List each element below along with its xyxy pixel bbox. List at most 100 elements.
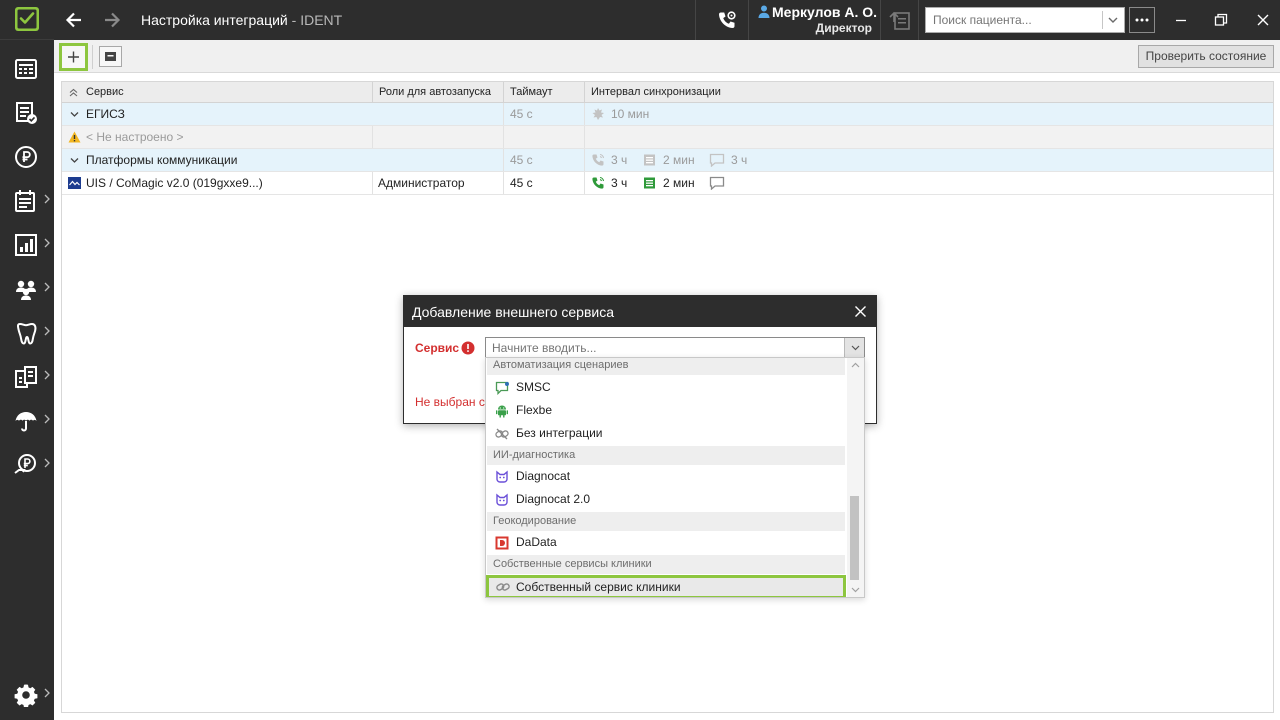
chevron-right-icon xyxy=(44,194,50,204)
sidebar xyxy=(0,0,54,720)
close-icon[interactable] xyxy=(854,305,867,318)
timeout-value: 45 с xyxy=(504,103,585,125)
more-button[interactable] xyxy=(1129,7,1155,33)
dropdown-item-diagnocat-2[interactable]: Diagnocat 2.0 xyxy=(487,488,845,511)
sidebar-item-warehouse[interactable] xyxy=(0,356,54,396)
dialog-title: Добавление внешнего сервиса xyxy=(412,304,615,320)
restore-icon[interactable] xyxy=(1214,13,1228,27)
android-icon xyxy=(496,405,508,418)
dropdown-scrollbar[interactable] xyxy=(847,358,864,597)
group-row-communication-platforms[interactable]: Платформы коммуникации 45 с 3 ч 2 мин 3 … xyxy=(62,149,1273,172)
dropdown-group-header: Геокодирование xyxy=(487,512,845,531)
chat-bubble-icon xyxy=(709,153,725,167)
people-group-icon xyxy=(16,280,36,300)
archive-button[interactable] xyxy=(99,46,122,67)
service-input[interactable] xyxy=(486,338,842,357)
plus-icon xyxy=(68,51,79,63)
sidebar-item-payroll[interactable] xyxy=(0,444,54,484)
sidebar-item-journal[interactable] xyxy=(0,92,54,132)
page-title: Настройка интеграций xyxy=(141,12,288,28)
dropdown-item-dadata[interactable]: DaData xyxy=(487,531,845,554)
table-cell: ЕГИСЗ xyxy=(62,103,504,125)
add-service-button[interactable] xyxy=(59,43,88,71)
dropdown-toggle-button[interactable] xyxy=(844,338,864,357)
table-cell: Платформы коммуникации xyxy=(62,149,504,171)
table-row-uis-comagic[interactable]: UIS / CoMagic v2.0 (019gxxe9...) Админис… xyxy=(62,172,1273,195)
validation-error: Не выбран с xyxy=(415,395,485,409)
sync-value: 3 ч xyxy=(611,153,628,167)
divider xyxy=(695,0,696,40)
sidebar-item-reports[interactable] xyxy=(0,180,54,220)
sync-value: 2 мин xyxy=(663,153,695,167)
sync-interval-cell: 10 мин xyxy=(585,103,1273,125)
dadata-icon xyxy=(495,536,509,550)
close-window-icon[interactable] xyxy=(1256,13,1270,27)
dropdown-item-diagnocat[interactable]: Diagnocat xyxy=(487,465,845,488)
item-label: Собственный сервис клиники xyxy=(516,580,681,594)
check-status-button[interactable]: Проверить состояние xyxy=(1138,45,1274,68)
column-header-roles[interactable]: Роли для автозапуска xyxy=(373,82,504,103)
error-icon xyxy=(461,341,475,355)
phone-settings-icon[interactable] xyxy=(717,10,737,30)
back-arrow-icon[interactable] xyxy=(64,10,84,30)
list-icon xyxy=(644,177,655,189)
forward-arrow-icon[interactable] xyxy=(102,10,122,30)
service-name: UIS / CoMagic v2.0 (019gxxe9...) xyxy=(86,176,263,190)
uis-logo-icon xyxy=(68,177,81,189)
sidebar-item-finance[interactable] xyxy=(0,136,54,176)
column-header-sync-interval[interactable]: Интервал синхронизации xyxy=(585,82,1273,103)
diagnocat-icon xyxy=(496,493,508,506)
chevron-right-icon xyxy=(44,688,50,698)
logo-icon xyxy=(15,7,39,31)
user-name[interactable]: Меркулов А. О. xyxy=(772,4,877,20)
service-combobox[interactable] xyxy=(485,337,865,358)
item-label: SMSC xyxy=(516,380,551,394)
user-role: Директор xyxy=(815,21,872,35)
dropdown-item-smsc[interactable]: SMSC xyxy=(487,376,845,399)
table-cell: < Не настроено > xyxy=(62,126,373,148)
scrollbar-thumb[interactable] xyxy=(850,496,859,580)
group-label: Платформы коммуникации xyxy=(86,153,238,167)
sidebar-item-patients[interactable] xyxy=(0,268,54,308)
sync-value: 3 ч xyxy=(611,176,628,190)
dropdown-item-no-integration[interactable]: Без интеграции xyxy=(487,422,845,445)
minimize-icon[interactable] xyxy=(1174,13,1188,27)
scroll-down-icon[interactable] xyxy=(851,587,860,593)
patient-search[interactable] xyxy=(925,7,1125,33)
dropdown-item-own-clinic-service[interactable]: Собственный сервис клиники xyxy=(486,575,846,597)
link-icon xyxy=(496,583,510,591)
sidebar-item-schedule[interactable] xyxy=(0,48,54,88)
group-row-egisz[interactable]: ЕГИСЗ 45 с 10 мин xyxy=(62,103,1273,126)
chat-bubble-icon xyxy=(709,176,725,190)
chat-bubble-icon xyxy=(495,381,509,395)
chevron-down-icon[interactable] xyxy=(1108,16,1118,24)
app-logo[interactable] xyxy=(0,0,54,40)
list-icon xyxy=(644,154,655,166)
sync-value: 10 мин xyxy=(611,107,650,121)
ruble-coin-icon xyxy=(15,146,37,168)
sidebar-item-insurance[interactable] xyxy=(0,400,54,440)
column-header-timeout[interactable]: Таймаут xyxy=(504,82,585,103)
chevron-down-icon[interactable] xyxy=(70,111,79,118)
table-cell: UIS / CoMagic v2.0 (019gxxe9...) xyxy=(62,172,373,194)
app-root: Настройка интеграций - IDENT Меркулов А.… xyxy=(0,0,1280,720)
history-back-icon[interactable] xyxy=(888,9,912,31)
patient-search-input[interactable] xyxy=(926,8,1102,32)
column-header-service[interactable]: Сервис xyxy=(62,82,373,103)
dropdown-item-flexbe[interactable]: Flexbe xyxy=(487,399,845,422)
chevron-right-icon xyxy=(44,282,50,292)
collapse-all-icon[interactable] xyxy=(69,88,78,97)
scroll-up-icon[interactable] xyxy=(851,362,860,368)
app-name: - IDENT xyxy=(287,12,343,28)
column-label: Сервис xyxy=(86,86,124,98)
table-row-not-configured[interactable]: < Не настроено > xyxy=(62,126,1273,149)
sidebar-item-dental[interactable] xyxy=(0,312,54,352)
divider xyxy=(918,0,919,40)
sidebar-item-analytics[interactable] xyxy=(0,224,54,264)
sidebar-item-settings[interactable] xyxy=(0,674,54,714)
chevron-down-icon xyxy=(851,345,860,351)
phone-icon xyxy=(592,176,605,189)
chevron-right-icon xyxy=(44,458,50,468)
chevron-down-icon[interactable] xyxy=(70,157,79,164)
item-label: Diagnocat 2.0 xyxy=(516,492,591,506)
